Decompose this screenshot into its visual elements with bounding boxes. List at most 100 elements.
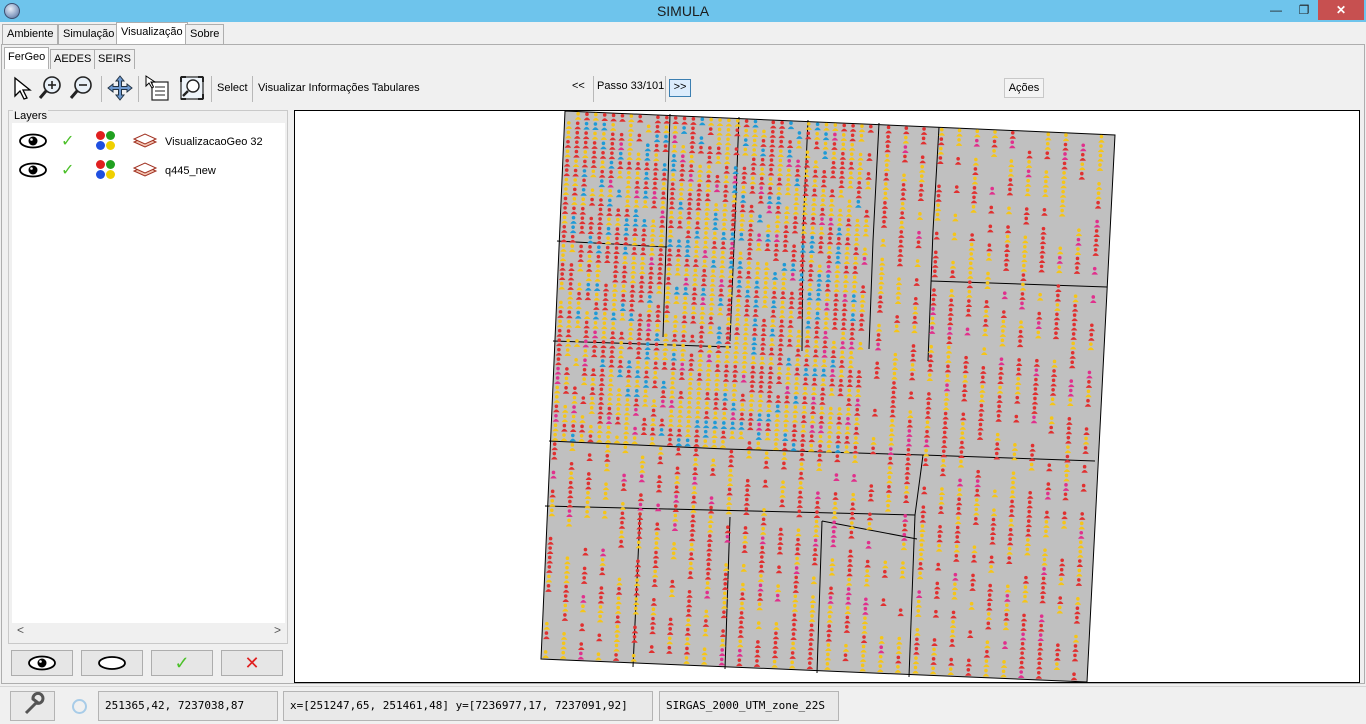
agent-marker-head (803, 197, 807, 202)
agent-marker-head (955, 525, 960, 530)
legend-colors-icon[interactable] (96, 160, 118, 180)
agent-marker-head (849, 350, 853, 355)
next-step-button[interactable]: >> (669, 79, 691, 97)
agent-marker-head (582, 169, 587, 173)
agent-marker-head (804, 178, 808, 183)
agent-marker-head (809, 254, 814, 259)
tab-sobre[interactable]: Sobre (185, 24, 225, 45)
agent-marker-head (554, 404, 559, 409)
agent-marker-head (732, 185, 737, 189)
tab-ambiente[interactable]: Ambiente (2, 24, 59, 45)
eye-open-icon[interactable] (18, 162, 48, 181)
agent-marker-head (825, 302, 829, 307)
agent-marker-head (550, 508, 554, 513)
agent-marker-head (852, 275, 857, 280)
agent-marker-head (624, 435, 628, 440)
agent-marker-head (1007, 206, 1011, 211)
agent-marker-head (812, 557, 817, 562)
agent-marker-head (666, 286, 670, 290)
agent-marker-head (796, 348, 800, 353)
agent-marker-head (601, 340, 606, 344)
agent-marker-head (862, 635, 866, 639)
agent-marker-head (686, 230, 691, 234)
agent-marker-head (689, 173, 693, 178)
agent-marker-head (723, 591, 727, 596)
agent-marker-head (900, 211, 904, 215)
wrench-button[interactable] (10, 691, 55, 721)
agent-marker-head (986, 612, 991, 616)
agent-marker-head (655, 124, 660, 129)
prev-step-button[interactable]: << (572, 80, 585, 92)
show-all-button[interactable] (11, 650, 73, 676)
agent-marker-head (599, 387, 604, 392)
actions-button[interactable]: Ações (1004, 78, 1044, 98)
agent-marker-head (751, 365, 755, 370)
minimize-button[interactable]: — (1262, 0, 1290, 20)
tab-aedes[interactable]: AEDES (50, 49, 96, 69)
map-drawing[interactable] (295, 111, 1359, 682)
eye-open-icon[interactable] (18, 133, 48, 152)
tab-visualizacao[interactable]: Visualização (116, 22, 188, 45)
agent-marker-head (830, 558, 835, 562)
agent-marker-head (811, 595, 815, 599)
agent-marker-head (825, 293, 830, 297)
layer-row[interactable]: ✓ q445_new (12, 158, 285, 184)
scroll-left-arrow[interactable]: < (17, 623, 24, 637)
agent-marker-head (636, 559, 640, 564)
agent-marker-head (985, 649, 989, 654)
check-all-button[interactable]: ✓ (151, 650, 213, 676)
legend-colors-icon[interactable] (96, 131, 118, 151)
agent-marker-head (819, 415, 824, 420)
agent-marker-head (634, 407, 638, 412)
agent-marker-head (891, 390, 896, 395)
agent-marker-head (649, 257, 654, 261)
agent-marker-head (593, 321, 598, 325)
scroll-right-arrow[interactable]: > (274, 623, 281, 637)
check-icon[interactable]: ✓ (61, 160, 74, 180)
agent-marker-head (992, 508, 996, 512)
zoom-extent-icon[interactable] (178, 74, 206, 104)
agent-marker-head (632, 237, 637, 242)
agent-marker-head (780, 489, 785, 494)
tabular-info-button[interactable]: Visualizar Informações Tabulares (258, 82, 420, 94)
agent-marker-head (1034, 368, 1039, 372)
agent-marker-head (811, 406, 815, 410)
tab-simulacao[interactable]: Simulação (58, 24, 120, 45)
agent-marker-head (777, 376, 781, 380)
maximize-button[interactable]: ❐ (1290, 0, 1318, 20)
info-select-icon[interactable] (144, 74, 172, 104)
select-button[interactable]: Select (217, 82, 248, 94)
agent-marker-head (567, 300, 572, 305)
tab-fergeo[interactable]: FerGeo (4, 47, 50, 69)
tab-seirs[interactable]: SEIRS (94, 49, 136, 69)
agent-marker-head (602, 330, 606, 335)
agent-marker-head (982, 347, 987, 351)
zoom-in-icon[interactable] (37, 74, 65, 104)
zoom-out-icon[interactable] (68, 74, 96, 104)
agent-marker-head (938, 524, 942, 529)
layers-hscrollbar[interactable]: < > (12, 623, 285, 639)
layer-row[interactable]: ✓ VisualizacaoGeo 32 (12, 129, 285, 155)
pointer-icon[interactable] (10, 74, 34, 104)
map-canvas[interactable] (294, 110, 1360, 683)
check-icon[interactable]: ✓ (61, 131, 74, 151)
agent-marker-head (613, 274, 618, 279)
agent-marker-head (690, 334, 695, 339)
hide-all-button[interactable] (81, 650, 143, 676)
pan-icon[interactable] (106, 74, 134, 104)
agent-marker-head (1042, 567, 1046, 571)
agent-marker-head (772, 659, 777, 664)
agent-marker-head (745, 299, 749, 303)
close-button[interactable]: ✕ (1318, 0, 1364, 20)
agent-marker-head (921, 136, 926, 141)
agent-marker-head (1094, 229, 1099, 233)
agent-marker-head (689, 362, 693, 367)
agent-marker-head (794, 566, 799, 570)
agent-marker-head (690, 523, 695, 528)
agent-marker-head (656, 314, 660, 318)
agent-marker-head (665, 305, 669, 309)
agent-marker-head (680, 163, 685, 168)
agent-marker-head (721, 250, 725, 255)
uncheck-all-button[interactable]: ✕ (221, 650, 283, 676)
agent-marker-head (731, 222, 735, 227)
